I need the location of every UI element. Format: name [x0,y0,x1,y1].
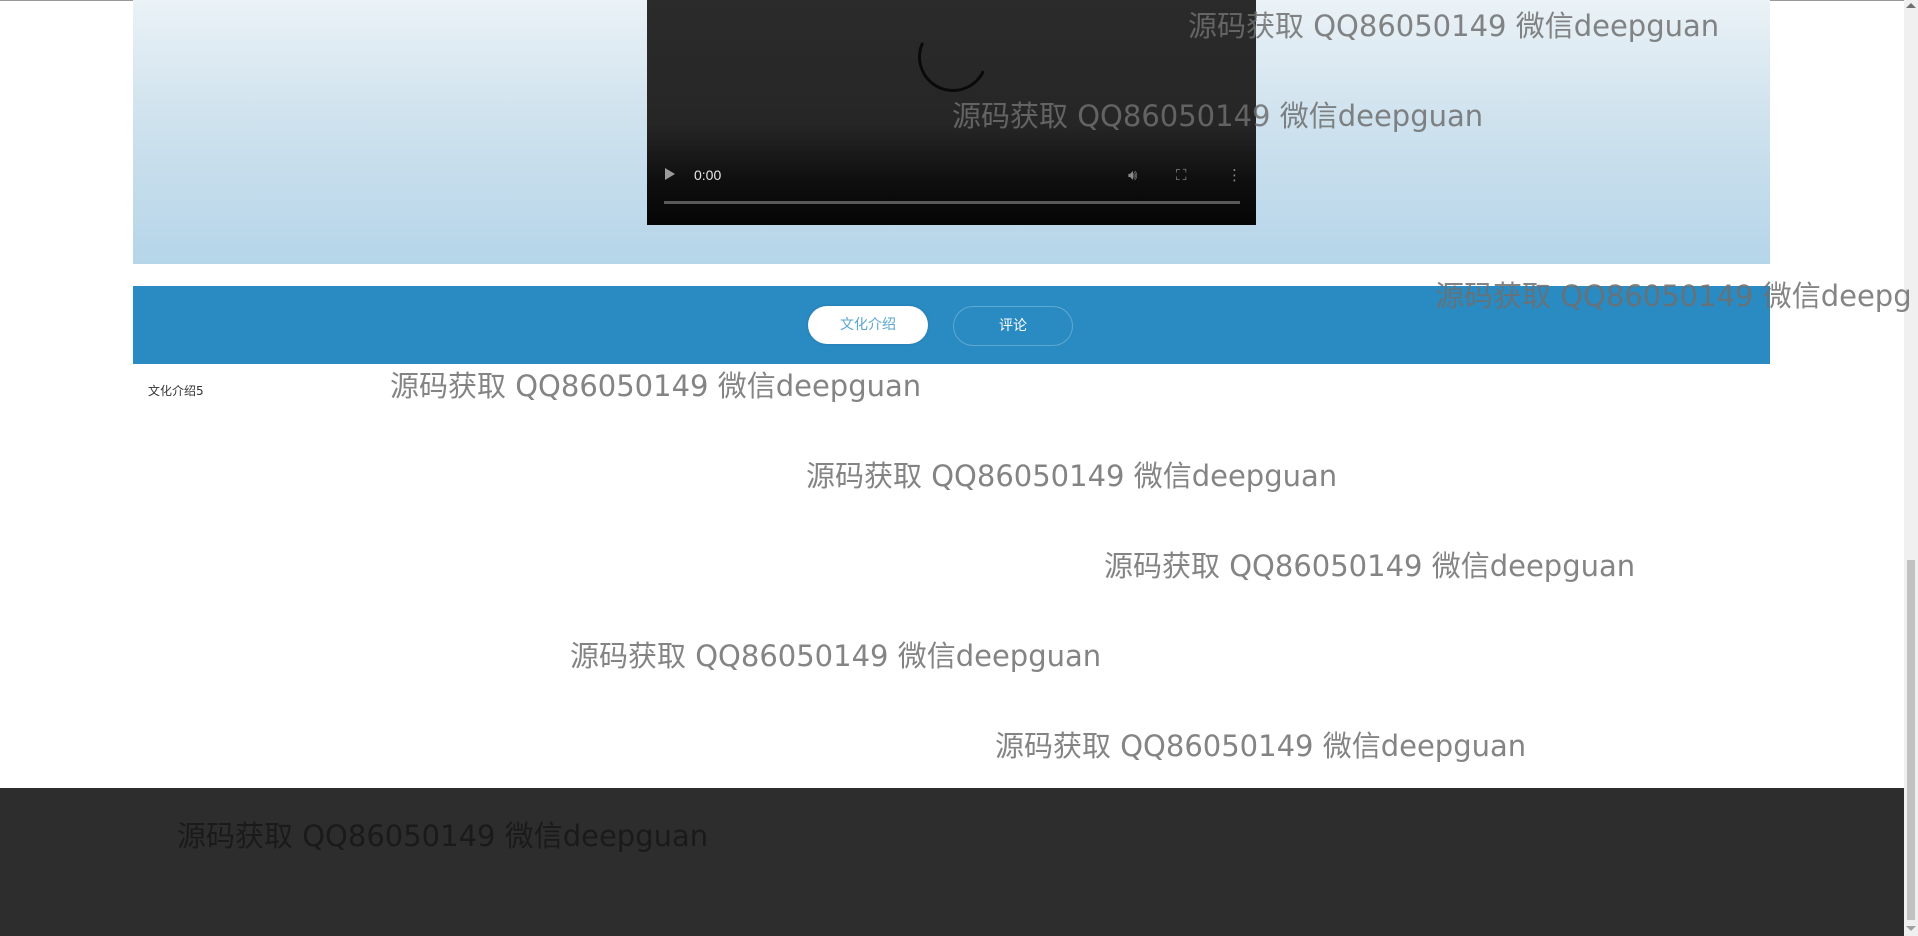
volume-icon[interactable]: 🔊︎ [1128,166,1137,184]
watermark: 源码获取 QQ86050149 微信deepguan [570,639,1102,673]
video-time: 0:00 [694,167,722,183]
watermark: 源码获取 QQ86050149 微信deepguan [390,369,922,403]
scrollbar-thumb[interactable] [1907,560,1915,920]
page: 0:00 🔊︎ ⛶ ⋮ 文化介绍 评论 文化介绍5 源码获取 QQ8605014… [0,0,1918,936]
footer [0,788,1904,936]
fullscreen-icon[interactable]: ⛶ [1176,166,1187,184]
tab-comments[interactable]: 评论 [953,306,1073,346]
play-icon[interactable] [665,168,675,180]
more-options-icon[interactable]: ⋮ [1227,166,1242,184]
tab-culture-intro[interactable]: 文化介绍 [808,306,928,344]
tab-bar [133,286,1770,364]
watermark: 源码获取 QQ86050149 微信deepguan [995,729,1527,763]
watermark: 源码获取 QQ86050149 微信deepguan [1104,549,1636,583]
scroll-down-icon[interactable] [1906,926,1916,931]
scroll-up-icon[interactable] [1906,3,1916,8]
video-progress-bar[interactable] [664,201,1240,204]
content-text: 文化介绍5 [148,384,204,398]
watermark: 源码获取 QQ86050149 微信deepguan [806,459,1338,493]
